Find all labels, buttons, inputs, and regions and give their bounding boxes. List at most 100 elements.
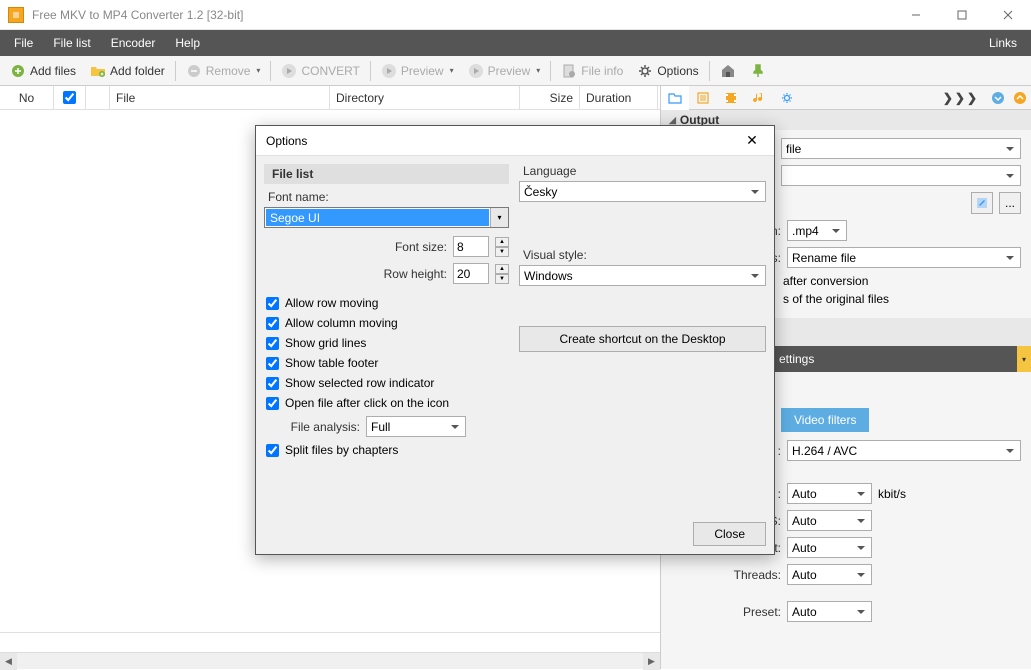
tab-video-filters[interactable]: Video filters	[781, 408, 869, 432]
pin-button[interactable]	[744, 61, 772, 81]
expand-chevrons[interactable]: ❯❯❯	[935, 91, 987, 105]
side-tabs: ❯❯❯	[661, 86, 1031, 110]
font-size-label: Font size:	[395, 240, 447, 254]
menu-file-list[interactable]: File list	[43, 30, 100, 56]
filelist-group-header: File list	[264, 164, 509, 184]
show-selected-row-checkbox[interactable]	[266, 377, 279, 390]
file-info-button[interactable]: File info	[555, 61, 629, 81]
col-file[interactable]: File	[110, 86, 330, 109]
maximize-button[interactable]	[939, 0, 985, 30]
fps-combo[interactable]: Auto	[787, 510, 872, 531]
menu-help[interactable]: Help	[165, 30, 210, 56]
dialog-titlebar: Options ✕	[256, 126, 774, 156]
minimize-button[interactable]	[893, 0, 939, 30]
side-tab-list[interactable]	[689, 86, 717, 110]
add-files-button[interactable]: Add files	[4, 61, 82, 81]
horizontal-scrollbar[interactable]: ◀ ▶	[0, 652, 660, 669]
row-height-up[interactable]: ▲	[495, 264, 509, 274]
preset-combo[interactable]: Auto	[787, 601, 872, 622]
file-list-footer	[0, 632, 660, 652]
bitrate-combo[interactable]: Auto	[787, 483, 872, 504]
exists-combo[interactable]: Rename file	[787, 247, 1021, 268]
ext-combo[interactable]: .mp4	[787, 220, 847, 241]
chevron-down-icon: ▾	[450, 66, 454, 75]
close-button[interactable]	[985, 0, 1031, 30]
visual-style-label: Visual style:	[519, 248, 766, 262]
collapse-up-icon[interactable]	[1009, 87, 1031, 109]
language-combo[interactable]: Česky	[519, 181, 766, 202]
add-folder-button[interactable]: Add folder	[84, 61, 171, 81]
font-size-down[interactable]: ▼	[495, 247, 509, 257]
add-files-label: Add files	[30, 64, 76, 78]
browse-path-button[interactable]: ...	[999, 192, 1021, 214]
col-checkbox[interactable]	[54, 86, 86, 109]
menubar: File File list Encoder Help Links	[0, 30, 1031, 56]
preview2-label: Preview	[488, 64, 531, 78]
menu-links[interactable]: Links	[979, 30, 1027, 56]
create-shortcut-button[interactable]: Create shortcut on the Desktop	[519, 326, 766, 352]
language-label: Language	[519, 164, 766, 178]
dialog-close-btn[interactable]: Close	[693, 522, 766, 546]
scroll-right-arrow[interactable]: ▶	[643, 653, 660, 670]
collapse-down-icon[interactable]	[987, 87, 1009, 109]
select-all-checkbox[interactable]	[63, 91, 76, 104]
side-tab-settings[interactable]	[773, 86, 801, 110]
options-button[interactable]: Options	[631, 61, 704, 81]
open-file-after-checkbox[interactable]	[266, 397, 279, 410]
col-size[interactable]: Size	[520, 86, 580, 109]
font-name-dropdown-icon[interactable]: ▾	[490, 208, 508, 227]
file-analysis-label: File analysis:	[264, 420, 360, 434]
menu-encoder[interactable]: Encoder	[101, 30, 166, 56]
bitrate-unit: kbit/s	[878, 487, 906, 501]
menu-file[interactable]: File	[4, 30, 43, 56]
side-tab-folder[interactable]	[661, 86, 689, 110]
col-directory[interactable]: Directory	[330, 86, 520, 109]
dialog-close-button[interactable]: ✕	[740, 129, 764, 153]
preset-label: Preset:	[671, 605, 781, 619]
show-grid-lines-checkbox[interactable]	[266, 337, 279, 350]
convert-button[interactable]: CONVERT	[275, 61, 365, 81]
after-conv-text: after conversion	[783, 274, 868, 288]
aspect-combo[interactable]: Auto	[787, 537, 872, 558]
allow-column-moving-checkbox[interactable]	[266, 317, 279, 330]
options-dialog: Options ✕ File list Font name: ▾ Font si…	[255, 125, 775, 555]
row-height-input[interactable]	[453, 263, 489, 284]
visual-style-combo[interactable]: Windows	[519, 265, 766, 286]
home-button[interactable]	[714, 61, 742, 81]
side-tab-video[interactable]	[717, 86, 745, 110]
chevron-down-icon: ▾	[536, 66, 540, 75]
split-files-checkbox[interactable]	[266, 444, 279, 457]
font-name-combo[interactable]: ▾	[264, 207, 509, 228]
row-height-label: Row height:	[384, 267, 447, 281]
col-icon[interactable]	[86, 86, 110, 109]
convert-label: CONVERT	[301, 64, 359, 78]
remove-button[interactable]: Remove ▾	[180, 61, 267, 81]
allow-row-moving-checkbox[interactable]	[266, 297, 279, 310]
dialog-title-text: Options	[266, 134, 307, 148]
font-size-input[interactable]	[453, 236, 489, 257]
settings-dropdown-icon[interactable]: ▾	[1017, 346, 1031, 372]
threads-combo[interactable]: Auto	[787, 564, 872, 585]
file-info-label: File info	[581, 64, 623, 78]
codec-combo[interactable]: H.264 / AVC	[787, 440, 1021, 461]
side-tab-audio[interactable]	[745, 86, 773, 110]
dest-combo[interactable]: file	[781, 138, 1021, 159]
file-list-header: No File Directory Size Duration	[0, 86, 660, 110]
col-duration[interactable]: Duration	[580, 86, 658, 109]
col-no[interactable]: No	[0, 86, 54, 109]
row-height-down[interactable]: ▼	[495, 274, 509, 284]
show-table-footer-checkbox[interactable]	[266, 357, 279, 370]
font-name-input[interactable]	[266, 209, 489, 226]
edit-path-button[interactable]	[971, 192, 993, 214]
preview2-button[interactable]: Preview ▾	[462, 61, 547, 81]
remove-label: Remove	[206, 64, 251, 78]
font-size-up[interactable]: ▲	[495, 237, 509, 247]
chevron-down-icon: ▾	[256, 66, 260, 75]
original-files-text: s of the original files	[783, 292, 889, 306]
preview1-button[interactable]: Preview ▾	[375, 61, 460, 81]
titlebar: Free MKV to MP4 Converter 1.2 [32-bit]	[0, 0, 1031, 30]
file-analysis-combo[interactable]: Full	[366, 416, 466, 437]
path-combo[interactable]	[781, 165, 1021, 186]
scroll-left-arrow[interactable]: ◀	[0, 653, 17, 670]
add-folder-label: Add folder	[110, 64, 165, 78]
